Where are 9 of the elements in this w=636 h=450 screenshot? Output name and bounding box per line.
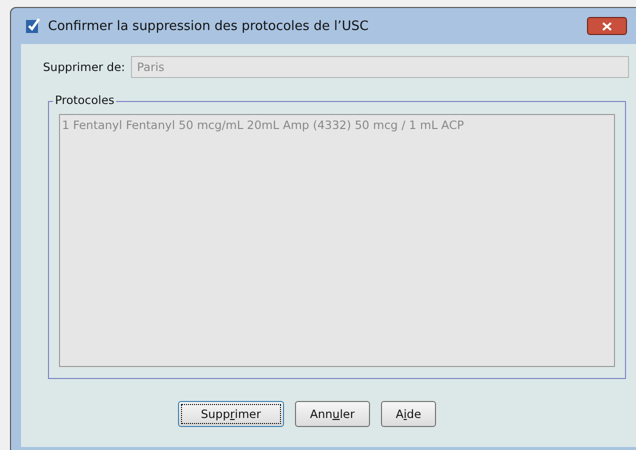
dialog-button[interactable]: Aide <box>380 401 436 427</box>
close-button[interactable] <box>587 17 627 35</box>
checkbox-doc-icon <box>25 18 41 34</box>
group-legend: Protocoles <box>53 93 116 107</box>
field-label: Supprimer de: <box>43 60 126 74</box>
dialog-button[interactable]: Supprimer <box>178 401 284 427</box>
dialog-button[interactable]: Annuler <box>294 401 370 427</box>
close-icon <box>602 22 612 30</box>
window-title: Confirmer la suppression des protocoles de l’USC <box>48 18 370 34</box>
